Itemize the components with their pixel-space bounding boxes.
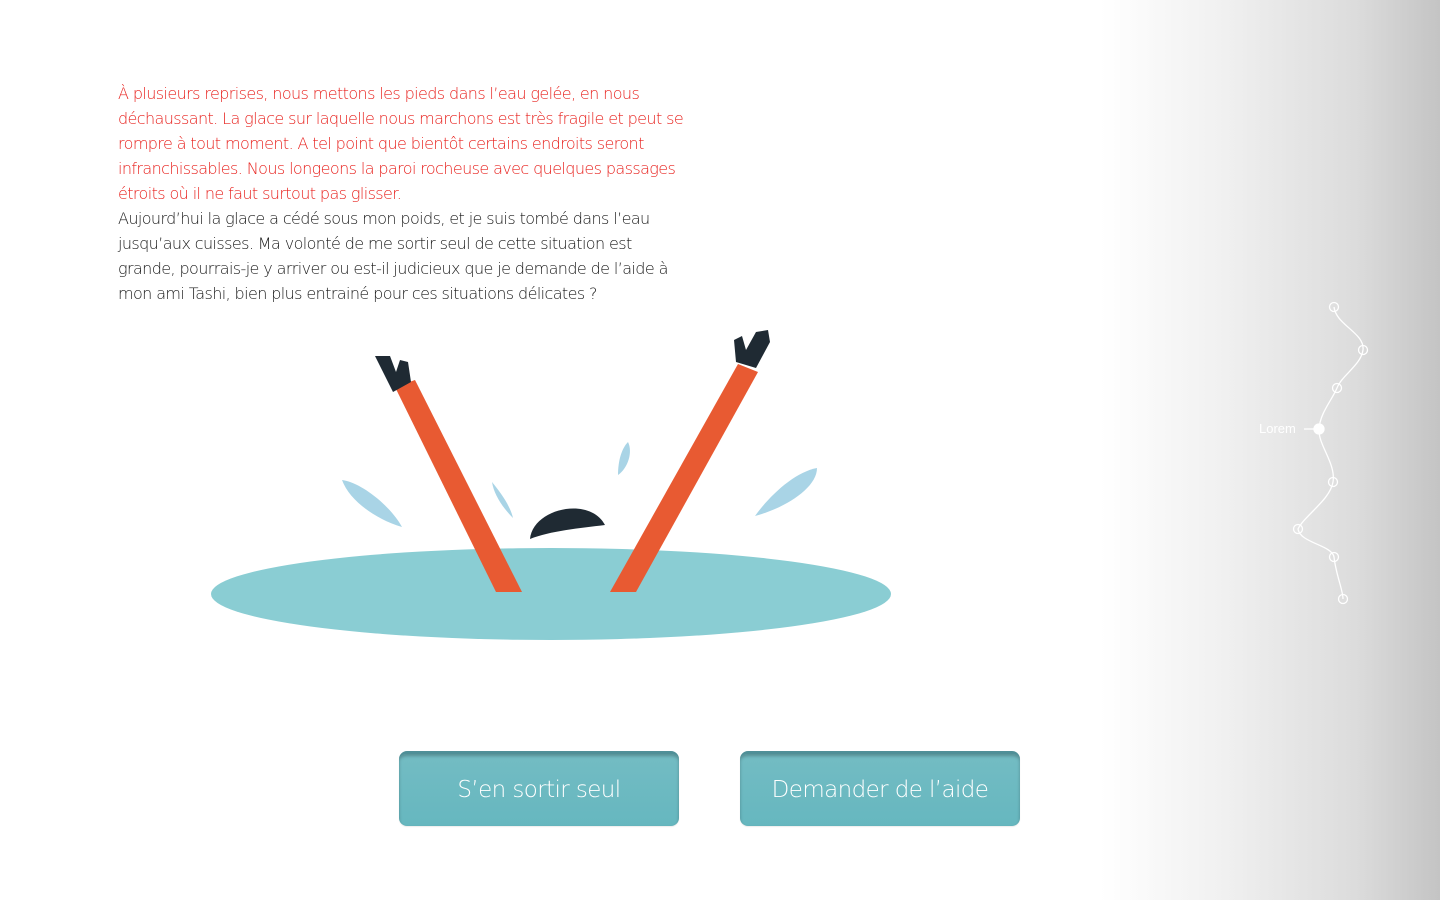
progress-path bbox=[1292, 301, 1369, 605]
splash-right bbox=[755, 468, 817, 516]
hat bbox=[530, 508, 605, 539]
right-boot bbox=[734, 330, 770, 368]
ice-fall-illustration bbox=[211, 330, 891, 640]
water-hole bbox=[211, 548, 891, 640]
splash-mid-left bbox=[492, 482, 513, 518]
splash-left bbox=[342, 480, 402, 527]
step-dot-current bbox=[1313, 423, 1325, 435]
current-step-label: Lorem bbox=[1259, 421, 1296, 436]
story-dilemma: Aujourd’hui la glace a cédé sous mon poi… bbox=[118, 209, 668, 303]
get-out-alone-button[interactable]: S’en sortir seul bbox=[399, 751, 679, 826]
ask-for-help-button[interactable]: Demander de l’aide bbox=[740, 751, 1020, 826]
story-text: À plusieurs reprises, nous mettons les p… bbox=[118, 81, 688, 306]
splash-mid-right bbox=[618, 442, 630, 475]
story-intro: À plusieurs reprises, nous mettons les p… bbox=[118, 84, 684, 203]
